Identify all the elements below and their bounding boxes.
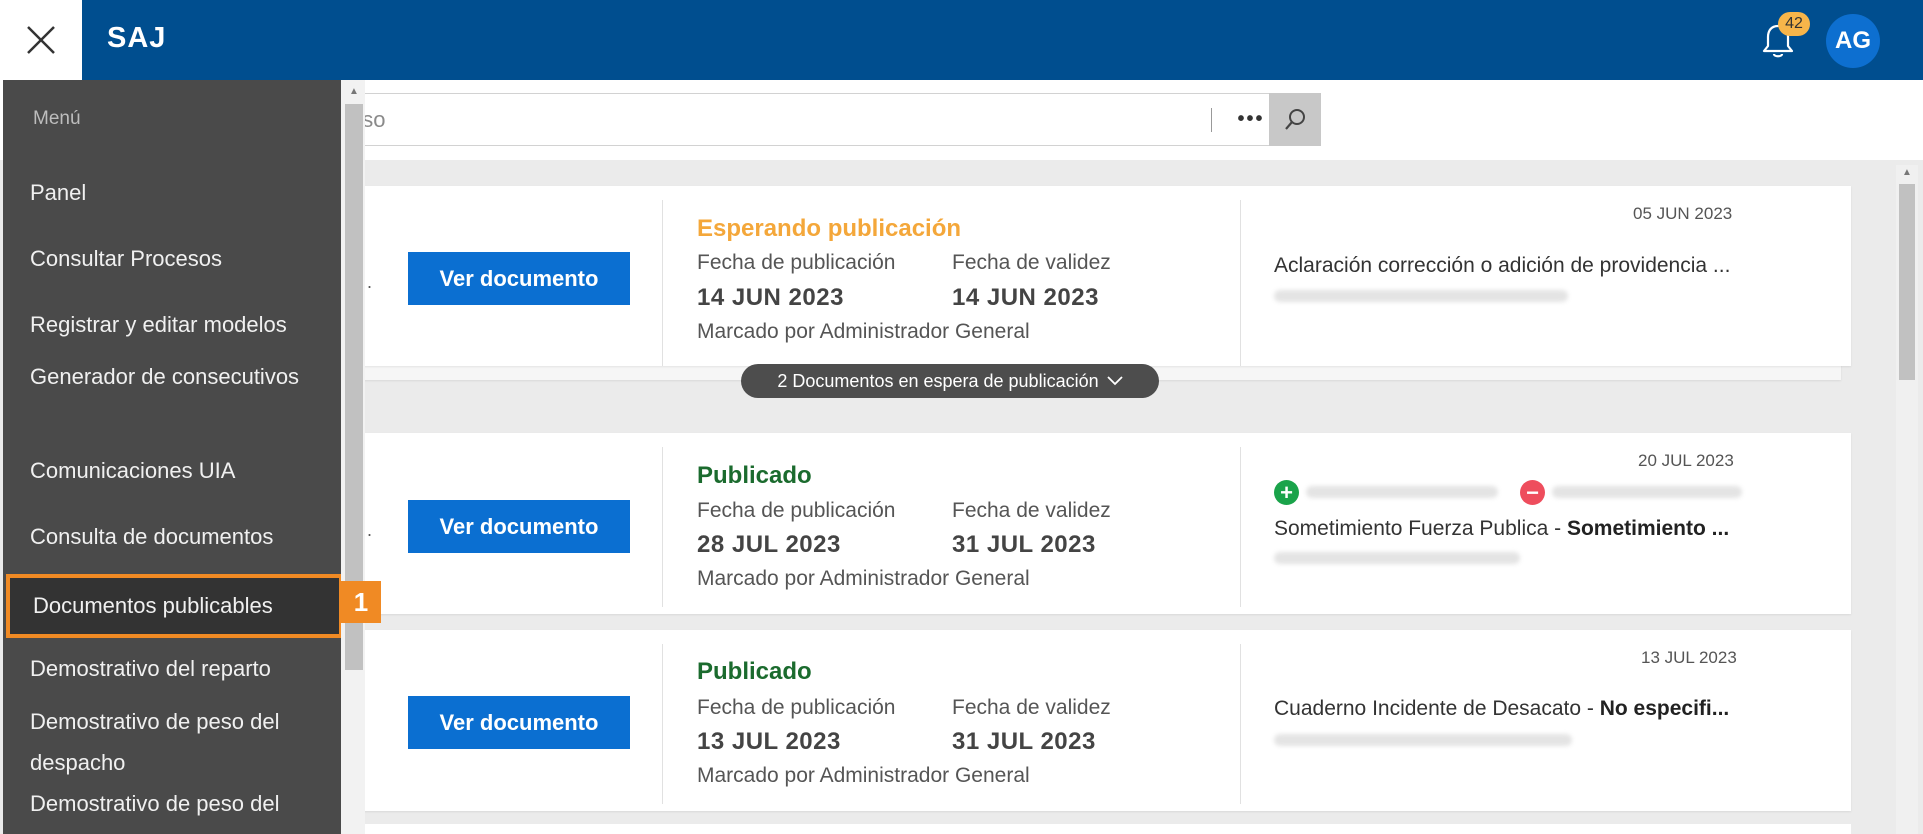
sidebar-item-documentos-publicables[interactable]: Documentos publicables [6, 574, 343, 638]
sidebar-item-demostrativo-peso[interactable]: Demostrativo de peso del [30, 783, 330, 824]
validity-date-value: 31 JUL 2023 [952, 728, 1096, 755]
redacted-text [1552, 486, 1742, 498]
status-label: Publicado [697, 462, 812, 489]
search-box: ••• [320, 93, 1320, 146]
card-divider [1240, 447, 1241, 607]
truncated-text: . [367, 272, 373, 292]
ver-documento-button[interactable]: Ver documento [408, 252, 630, 305]
pub-date-label: Fecha de publicación [697, 251, 896, 274]
card-divider [1240, 644, 1241, 804]
desc-bold-text: Sometimiento ... [1566, 517, 1730, 540]
validity-date-value: 14 JUN 2023 [952, 284, 1099, 311]
card-date: 13 JUL 2023 [1641, 648, 1737, 667]
validity-date-label: Fecha de validez [952, 251, 1111, 274]
marked-by: Marcado por Administrador General [697, 764, 1030, 787]
pending-pill-label: 2 Documentos en espera de publicación [777, 370, 1099, 391]
card-divider [662, 447, 663, 607]
sidebar-item-comunicaciones-uia[interactable]: Comunicaciones UIA [30, 450, 330, 491]
desc-text: Cuaderno Incidente de Desacato - [1274, 697, 1600, 720]
document-card-partial [345, 824, 1851, 834]
scroll-up-arrow-icon[interactable]: ▲ [1899, 165, 1915, 181]
search-icon [1285, 108, 1305, 130]
status-label: Publicado [697, 658, 812, 685]
pub-date-label: Fecha de publicación [697, 696, 896, 719]
sidebar-item-panel[interactable]: Panel [30, 172, 330, 213]
marked-by: Marcado por Administrador General [697, 567, 1030, 590]
sidebar-item-demostrativo-reparto[interactable]: Demostrativo del reparto [30, 648, 330, 689]
redacted-text [1306, 486, 1498, 498]
step-number-badge: 1 [341, 581, 381, 623]
top-header [0, 0, 1923, 80]
main-scrollbar-thumb[interactable] [1899, 184, 1915, 380]
ver-documento-button[interactable]: Ver documento [408, 500, 630, 553]
search-input[interactable] [331, 94, 1191, 145]
menu-heading: Menú [33, 108, 81, 129]
document-description: Aclaración corrección o adición de provi… [1274, 254, 1730, 278]
pub-date-value: 14 JUN 2023 [697, 284, 844, 311]
redacted-text [1274, 552, 1520, 564]
desc-bold-text: No especifi... [1599, 697, 1730, 720]
card-divider [662, 644, 663, 804]
card-divider [1240, 200, 1241, 366]
plus-circle-icon: + [1274, 480, 1299, 505]
close-menu-button[interactable] [0, 0, 82, 80]
pending-documents-toggle[interactable]: 2 Documentos en espera de publicación [741, 364, 1159, 398]
validity-date-label: Fecha de validez [952, 499, 1111, 522]
truncated-text: . [367, 520, 373, 540]
card-date: 20 JUL 2023 [1638, 451, 1734, 470]
pub-date-value: 13 JUL 2023 [697, 728, 841, 755]
status-label: Esperando publicación [697, 215, 962, 242]
sidebar-item-consultar-procesos[interactable]: Consultar Procesos [30, 238, 330, 279]
close-icon [27, 26, 55, 54]
validity-date-value: 31 JUL 2023 [952, 531, 1096, 558]
sidebar-item-generador-consecutivos[interactable]: Generador de consecutivos [30, 356, 330, 397]
sidebar-menu: Menú Panel Consultar Procesos Registrar … [3, 80, 343, 834]
pub-date-label: Fecha de publicación [697, 499, 896, 522]
search-button[interactable] [1269, 93, 1321, 146]
document-description: Sometimiento Fuerza Publica - Sometimien… [1274, 517, 1729, 541]
notifications-badge: 42 [1778, 12, 1810, 36]
search-divider [1211, 108, 1212, 132]
brand-logo[interactable]: SAJ [107, 22, 166, 55]
document-description: Cuaderno Incidente de Desacato - No espe… [1274, 697, 1729, 721]
user-avatar[interactable]: AG [1826, 14, 1880, 68]
minus-circle-icon: − [1520, 480, 1545, 505]
redacted-text [1274, 734, 1572, 746]
desc-text: Sometimiento Fuerza Publica - [1274, 517, 1567, 540]
pub-date-value: 28 JUL 2023 [697, 531, 841, 558]
card-date: 05 JUN 2023 [1633, 204, 1733, 223]
validity-date-label: Fecha de validez [952, 696, 1111, 719]
redacted-text [1274, 290, 1568, 302]
chevron-down-icon [1106, 376, 1123, 386]
sidebar-item-consulta-documentos[interactable]: Consulta de documentos [30, 516, 330, 557]
marked-by: Marcado por Administrador General [697, 320, 1030, 343]
desc-text: Aclaración corrección o adición de provi… [1274, 254, 1731, 277]
card-divider [662, 200, 663, 366]
sidebar-item-demostrativo-peso-despacho[interactable]: Demostrativo de peso del despacho [30, 701, 330, 783]
scroll-up-arrow-icon[interactable]: ▲ [345, 84, 363, 100]
sidebar-item-registrar-modelos[interactable]: Registrar y editar modelos [30, 304, 330, 345]
ver-documento-button[interactable]: Ver documento [408, 696, 630, 749]
